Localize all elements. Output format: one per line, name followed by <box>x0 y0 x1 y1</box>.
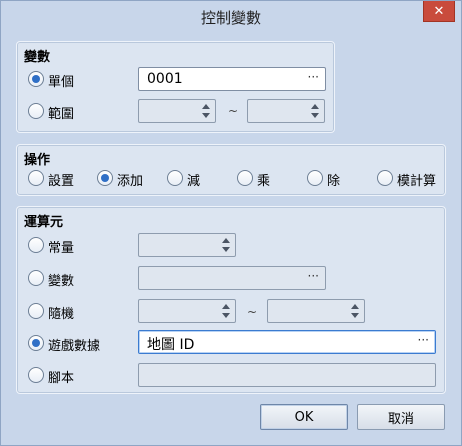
op-add-label: 添加 <box>117 174 144 189</box>
browse-icon[interactable]: ··· <box>308 70 319 84</box>
close-icon: ✕ <box>433 3 445 19</box>
range-radio[interactable] <box>28 103 44 119</box>
op-add-radio[interactable] <box>97 170 113 186</box>
op-sub-radio[interactable] <box>167 170 183 186</box>
script-label: 腳本 <box>48 371 75 386</box>
browse-icon[interactable]: ··· <box>418 333 429 347</box>
spinner-icon[interactable] <box>310 102 320 120</box>
op-mod-radio[interactable] <box>377 170 393 186</box>
op-div-radio[interactable] <box>307 170 323 186</box>
variable-group-title: 變數 <box>24 50 51 65</box>
browse-icon[interactable]: ··· <box>308 269 319 283</box>
spinner-icon[interactable] <box>201 102 211 120</box>
spinner-icon[interactable] <box>350 302 360 320</box>
single-radio[interactable] <box>28 71 44 87</box>
game-data-radio[interactable] <box>28 335 44 351</box>
op-mul-label: 乘 <box>257 174 271 189</box>
range-end-spinbox[interactable] <box>247 99 325 123</box>
script-radio[interactable] <box>28 367 44 383</box>
close-button[interactable]: ✕ <box>423 1 455 22</box>
operand-group-title: 運算元 <box>24 215 64 230</box>
random-min-spinbox[interactable] <box>138 299 236 323</box>
op-sub-label: 減 <box>187 174 201 189</box>
operation-group-title: 操作 <box>24 153 51 168</box>
constant-label: 常量 <box>48 241 75 256</box>
range-label: 範圍 <box>48 107 75 122</box>
op-div-label: 除 <box>327 174 341 189</box>
random-tilde: ~ <box>247 305 258 319</box>
range-start-spinbox[interactable] <box>138 99 216 123</box>
spinner-icon[interactable] <box>221 236 231 254</box>
op-mod-label: 模計算 <box>397 174 437 189</box>
dialog-window: 控制變數 ✕ 變數 單個 0001 ··· 範圍 ~ 操作 設置 添加 減 乘 … <box>0 0 462 446</box>
op-mul-radio[interactable] <box>237 170 253 186</box>
variable-group: 變數 單個 0001 ··· 範圍 ~ <box>16 41 335 133</box>
variable-radio[interactable] <box>28 270 44 286</box>
dialog-title: 控制變數 <box>200 9 261 27</box>
operand-variable-field[interactable]: ··· <box>138 266 326 290</box>
single-label: 單個 <box>48 75 75 90</box>
variable-label: 變數 <box>48 274 75 289</box>
random-label: 隨機 <box>48 307 75 322</box>
range-tilde: ~ <box>228 104 239 118</box>
constant-spinbox[interactable] <box>138 233 236 257</box>
op-set-radio[interactable] <box>28 170 44 186</box>
game-data-value: 地圖 ID <box>147 337 195 353</box>
constant-radio[interactable] <box>28 237 44 253</box>
title-bar[interactable]: 控制變數 ✕ <box>1 1 461 32</box>
random-radio[interactable] <box>28 303 44 319</box>
game-data-label: 遊戲數據 <box>48 339 101 354</box>
cancel-button[interactable]: 取消 <box>357 404 445 430</box>
spinner-icon[interactable] <box>221 302 231 320</box>
game-data-field[interactable]: 地圖 ID ··· <box>138 330 436 354</box>
op-set-label: 設置 <box>48 174 75 189</box>
random-max-spinbox[interactable] <box>267 299 365 323</box>
operand-group: 運算元 常量 變數 ··· 隨機 ~ 遊戲數據 地圖 ID ··· 腳本 <box>16 206 446 394</box>
ok-button[interactable]: OK <box>260 404 348 430</box>
single-variable-field[interactable]: 0001 ··· <box>138 67 326 91</box>
operation-group: 操作 設置 添加 減 乘 除 模計算 <box>16 144 446 196</box>
single-variable-value: 0001 <box>147 71 183 87</box>
script-field[interactable] <box>138 363 436 387</box>
